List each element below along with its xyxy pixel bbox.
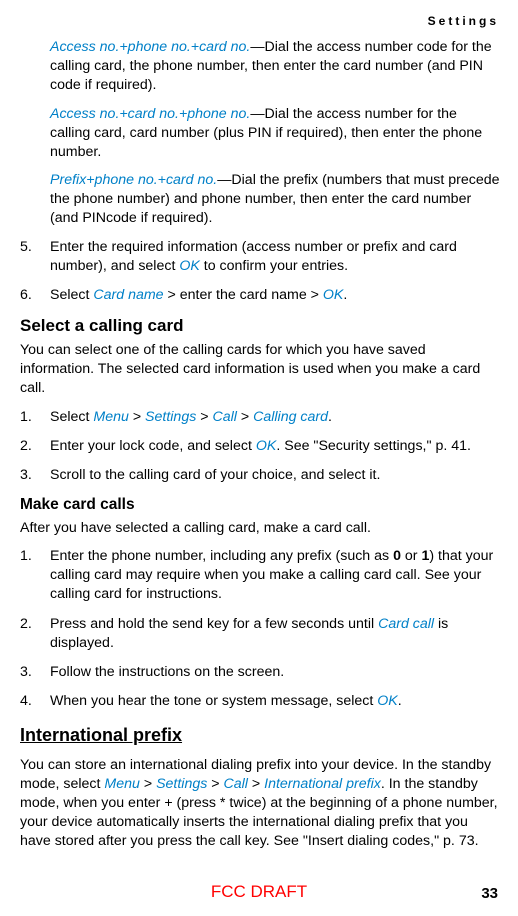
settings-link: Settings — [145, 409, 196, 425]
step-num: 5. — [20, 238, 32, 257]
ok-link: OK — [323, 287, 344, 303]
step-num: 3. — [20, 663, 32, 682]
step-num: 4. — [20, 692, 32, 711]
step-text: Enter your lock code, and select — [50, 438, 256, 454]
sep: > — [140, 776, 156, 792]
step-text: Scroll to the calling card of your choic… — [50, 467, 380, 483]
list-item: 2. Press and hold the send key for a few… — [20, 615, 500, 653]
step-num: 1. — [20, 408, 32, 427]
list-a: 5. Enter the required information (acces… — [20, 238, 500, 306]
ok-link: OK — [179, 258, 200, 274]
sep: > — [248, 776, 264, 792]
step-text: to confirm your entries. — [200, 258, 348, 274]
calling-card-link: Calling card — [253, 409, 328, 425]
list-item: 6. Select Card name > enter the card nam… — [20, 286, 500, 305]
list-item: 2. Enter your lock code, and select OK. … — [20, 437, 500, 456]
step-text: Press and hold the send key for a few se… — [50, 616, 378, 632]
list-item: 4. When you hear the tone or system mess… — [20, 692, 500, 711]
list-item: 3. Scroll to the calling card of your ch… — [20, 466, 500, 485]
step-text: Enter the phone number, including any pr… — [50, 548, 393, 564]
list-item: 3. Follow the instructions on the screen… — [20, 663, 500, 682]
body: Access no.+phone no.+card no.—Dial the a… — [20, 38, 500, 851]
step-num: 2. — [20, 615, 32, 634]
dial-option-2: Access no.+card no.+phone no.—Dial the a… — [20, 105, 500, 163]
step-text: Follow the instructions on the screen. — [50, 664, 284, 680]
call-link: Call — [224, 776, 248, 792]
intl-prefix-heading: International prefix — [20, 723, 500, 747]
select-card-intro: You can select one of the calling cards … — [20, 341, 500, 399]
step-text: . — [398, 693, 402, 709]
make-calls-intro: After you have selected a calling card, … — [20, 519, 500, 538]
list-item: 1. Select Menu > Settings > Call > Calli… — [20, 408, 500, 427]
make-calls-heading: Make card calls — [20, 495, 500, 516]
ok-link: OK — [377, 693, 398, 709]
settings-link: Settings — [156, 776, 207, 792]
bold-num: 0 — [393, 548, 401, 564]
intl-prefix-link: International prefix — [264, 776, 381, 792]
step-text: . — [343, 287, 347, 303]
intl-prefix-body: You can store an international dialing p… — [20, 756, 500, 852]
dial-term: Access no.+card no.+phone no. — [50, 106, 250, 122]
select-card-heading: Select a calling card — [20, 315, 500, 338]
sep: > — [207, 776, 223, 792]
menu-link: Menu — [104, 776, 140, 792]
step-text: Select — [50, 287, 93, 303]
page-number: 33 — [481, 885, 498, 902]
sep: > — [129, 409, 145, 425]
step-text: . — [328, 409, 332, 425]
step-text: . See "Security settings," p. 41. — [276, 438, 471, 454]
list-item: 5. Enter the required information (acces… — [20, 238, 500, 276]
step-num: 3. — [20, 466, 32, 485]
select-card-steps: 1. Select Menu > Settings > Call > Calli… — [20, 408, 500, 486]
step-num: 1. — [20, 547, 32, 566]
call-link: Call — [212, 409, 236, 425]
step-num: 6. — [20, 286, 32, 305]
step-text: Select — [50, 409, 93, 425]
card-name-link: Card name — [93, 287, 163, 303]
sep: > — [237, 409, 253, 425]
footer-draft: FCC DRAFT — [0, 882, 518, 902]
make-calls-steps: 1. Enter the phone number, including any… — [20, 547, 500, 711]
dial-option-1: Access no.+phone no.+card no.—Dial the a… — [20, 38, 500, 96]
menu-link: Menu — [93, 409, 129, 425]
sep: > — [196, 409, 212, 425]
card-call-link: Card call — [378, 616, 434, 632]
ok-link: OK — [256, 438, 277, 454]
step-text: > enter the card name > — [164, 287, 323, 303]
step-text: or — [401, 548, 422, 564]
step-num: 2. — [20, 437, 32, 456]
dial-term: Access no.+phone no.+card no. — [50, 39, 250, 55]
page-header: Settings — [20, 14, 500, 28]
step-text: When you hear the tone or system message… — [50, 693, 377, 709]
dial-term: Prefix+phone no.+card no. — [50, 172, 217, 188]
list-item: 1. Enter the phone number, including any… — [20, 547, 500, 605]
dial-option-3: Prefix+phone no.+card no.—Dial the prefi… — [20, 171, 500, 229]
